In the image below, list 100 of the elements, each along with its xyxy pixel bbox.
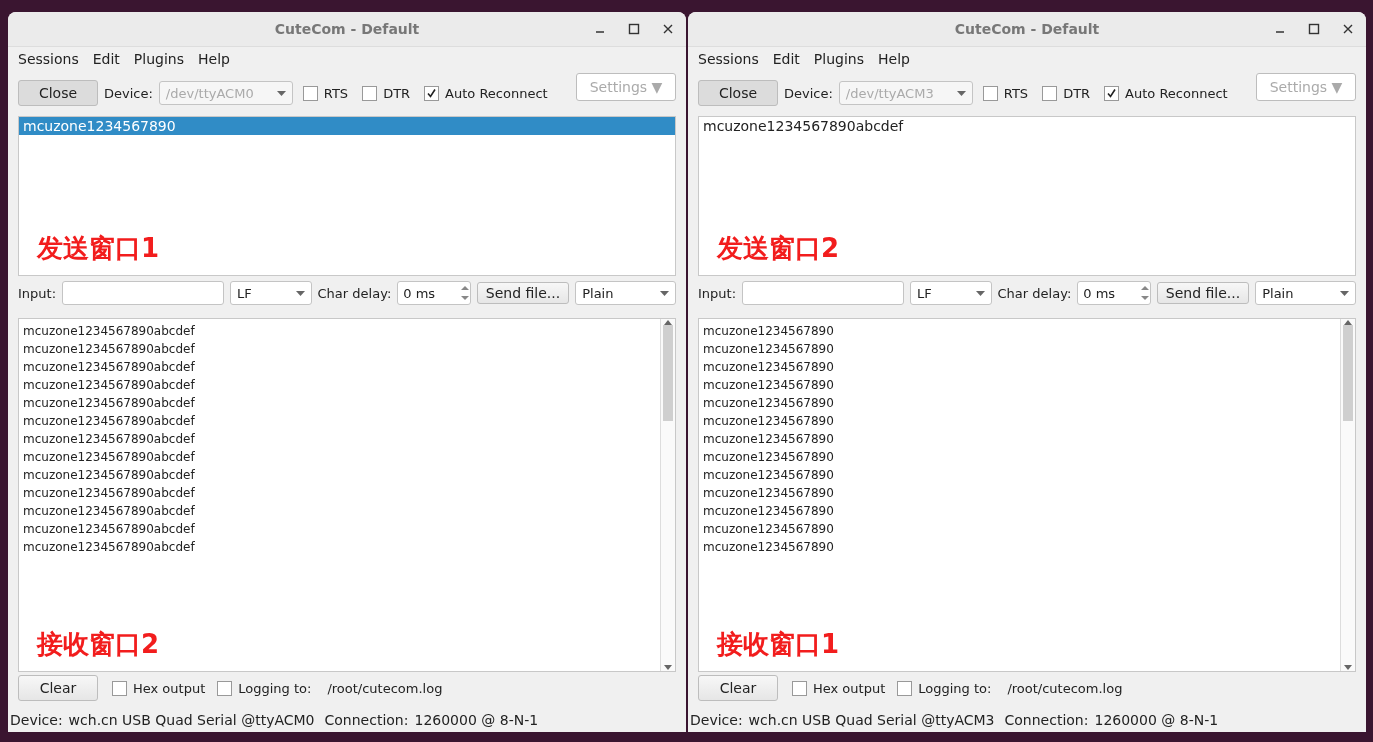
maximize-icon[interactable] <box>626 21 642 37</box>
checkbox[interactable] <box>897 680 913 696</box>
log-path: /root/cutecom.log <box>1007 680 1123 696</box>
output-line: mcuzone1234567890 <box>703 341 835 358</box>
close-button[interactable]: Close <box>18 80 98 106</box>
scroll-down-icon[interactable] <box>664 665 672 671</box>
checkbox[interactable] <box>362 85 378 101</box>
annotation-label: 发送窗口2 <box>717 232 840 265</box>
checkmark-icon <box>426 87 438 99</box>
checkbox[interactable] <box>1104 85 1120 101</box>
annotation-label: 接收窗口1 <box>717 628 840 661</box>
caret-icon <box>975 290 985 296</box>
menu-item[interactable]: Plugins <box>133 51 184 69</box>
clear-button[interactable]: Clear <box>18 675 98 701</box>
menu-item[interactable]: Sessions <box>698 51 759 69</box>
output-line: mcuzone1234567890abcdef <box>23 521 196 538</box>
log-path: /root/cutecom.log <box>327 680 443 696</box>
caret-icon <box>295 290 305 296</box>
output-line: mcuzone1234567890 <box>703 539 835 556</box>
output-line: mcuzone1234567890 <box>703 377 835 394</box>
output-line: mcuzone1234567890abcdef <box>23 359 196 376</box>
output-line: mcuzone1234567890 <box>703 503 835 520</box>
input-field[interactable] <box>742 281 905 305</box>
line-ending-dropdown[interactable]: LF <box>230 281 312 305</box>
menu-item[interactable]: Help <box>878 51 910 69</box>
menu-item[interactable]: Edit <box>92 51 120 69</box>
checkbox[interactable] <box>1042 85 1058 101</box>
scrollbar[interactable] <box>660 319 675 671</box>
status-device-label: Device: <box>10 712 63 728</box>
annotation-label: 接收窗口2 <box>37 628 160 661</box>
output-line: mcuzone1234567890 <box>703 413 835 430</box>
output-line: mcuzone1234567890abcdef <box>23 467 196 484</box>
send-file-button[interactable]: Send file... <box>1156 282 1250 304</box>
window-title: CuteCom - Default <box>954 21 1100 37</box>
output-line: mcuzone1234567890 <box>703 521 835 538</box>
status-device: wch.cn USB Quad Serial @ttyACM0 <box>68 712 315 728</box>
checkmark-icon <box>1106 87 1118 99</box>
close-button[interactable]: Close <box>698 80 778 106</box>
checkbox[interactable] <box>982 85 998 101</box>
annotation-label: 发送窗口1 <box>37 232 160 265</box>
output-line: mcuzone1234567890abcdef <box>23 431 196 448</box>
output-line: mcuzone1234567890 <box>703 395 835 412</box>
scroll-down-icon[interactable] <box>1344 665 1352 671</box>
caret-icon <box>276 90 286 96</box>
output-line: mcuzone1234567890abcdef <box>23 413 196 430</box>
input-label: Input: <box>18 285 57 301</box>
output-line: mcuzone1234567890abcdef <box>23 503 196 520</box>
clear-button[interactable]: Clear <box>698 675 778 701</box>
output-line: mcuzone1234567890 <box>703 359 835 376</box>
device-label: Device: <box>104 85 153 101</box>
caret-icon <box>956 90 966 96</box>
scrollbar[interactable] <box>1340 319 1355 671</box>
send-file-button[interactable]: Send file... <box>476 282 570 304</box>
checkbox[interactable] <box>217 680 233 696</box>
caret-icon <box>660 290 669 296</box>
char-delay-spinbox[interactable]: 0 ms <box>397 281 471 305</box>
checkbox-label: Auto Reconnect <box>1125 85 1228 101</box>
format-dropdown[interactable]: Plain <box>1255 281 1356 305</box>
checkbox[interactable] <box>792 680 807 696</box>
menu-item[interactable]: Help <box>198 51 230 69</box>
output-line: mcuzone1234567890 <box>703 485 835 502</box>
output-line: mcuzone1234567890abcdef <box>23 395 196 412</box>
checkbox[interactable] <box>302 85 318 101</box>
input-label: Input: <box>698 285 737 301</box>
spin-arrows-icon[interactable] <box>459 283 470 303</box>
window-title: CuteCom - Default <box>274 21 420 37</box>
output-line: mcuzone1234567890 <box>703 431 835 448</box>
scrollbar-thumb[interactable] <box>1343 325 1353 421</box>
checkbox-label: Logging to: <box>238 680 312 696</box>
output-line: mcuzone1234567890abcdef <box>23 323 196 340</box>
history-item[interactable]: mcuzone1234567890abcdef <box>699 117 1355 135</box>
status-connection: 1260000 @ 8-N-1 <box>414 712 539 728</box>
menu-item[interactable]: Sessions <box>18 51 79 69</box>
scrollbar-thumb[interactable] <box>663 325 673 421</box>
history-item[interactable]: mcuzone1234567890 <box>19 117 675 135</box>
output-line: mcuzone1234567890 <box>703 467 835 484</box>
menu-item[interactable]: Edit <box>772 51 800 69</box>
line-ending-dropdown[interactable]: LF <box>910 281 992 305</box>
spin-arrows-icon[interactable] <box>1139 283 1150 303</box>
output-line: mcuzone1234567890abcdef <box>23 539 196 556</box>
char-delay-label: Char delay: <box>317 285 392 301</box>
char-delay-label: Char delay: <box>997 285 1072 301</box>
maximize-icon[interactable] <box>1306 21 1322 37</box>
checkbox[interactable] <box>112 680 127 696</box>
checkbox[interactable] <box>424 85 440 101</box>
checkbox-label: Auto Reconnect <box>445 85 548 101</box>
output-line: mcuzone1234567890abcdef <box>23 485 196 502</box>
char-delay-spinbox[interactable]: 0 ms <box>1077 281 1151 305</box>
status-connection: 1260000 @ 8-N-1 <box>1094 712 1219 728</box>
menu-item[interactable]: Plugins <box>813 51 864 69</box>
status-connection-label: Connection: <box>324 712 409 728</box>
format-dropdown[interactable]: Plain <box>575 281 676 305</box>
checkbox-label: Hex output <box>813 680 886 696</box>
output-line: mcuzone1234567890 <box>703 449 835 466</box>
checkbox-label: RTS <box>1003 85 1029 101</box>
checkbox-label: Logging to: <box>918 680 992 696</box>
status-device-label: Device: <box>690 712 743 728</box>
status-connection-label: Connection: <box>1004 712 1089 728</box>
input-field[interactable] <box>62 281 225 305</box>
checkbox-label: DTR <box>383 85 411 101</box>
